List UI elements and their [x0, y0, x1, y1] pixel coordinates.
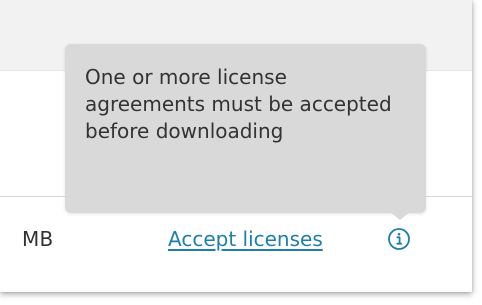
tooltip-arrow	[389, 211, 411, 220]
license-tooltip: One or more license agreements must be a…	[65, 44, 426, 213]
download-panel: MB Accept licenses One or more license a…	[0, 0, 472, 292]
info-icon-graphic	[388, 228, 410, 250]
accept-licenses-link[interactable]: Accept licenses	[168, 227, 323, 251]
tooltip-text: One or more license agreements must be a…	[85, 65, 392, 143]
file-size-text: MB	[22, 227, 54, 251]
info-icon[interactable]	[387, 227, 411, 251]
